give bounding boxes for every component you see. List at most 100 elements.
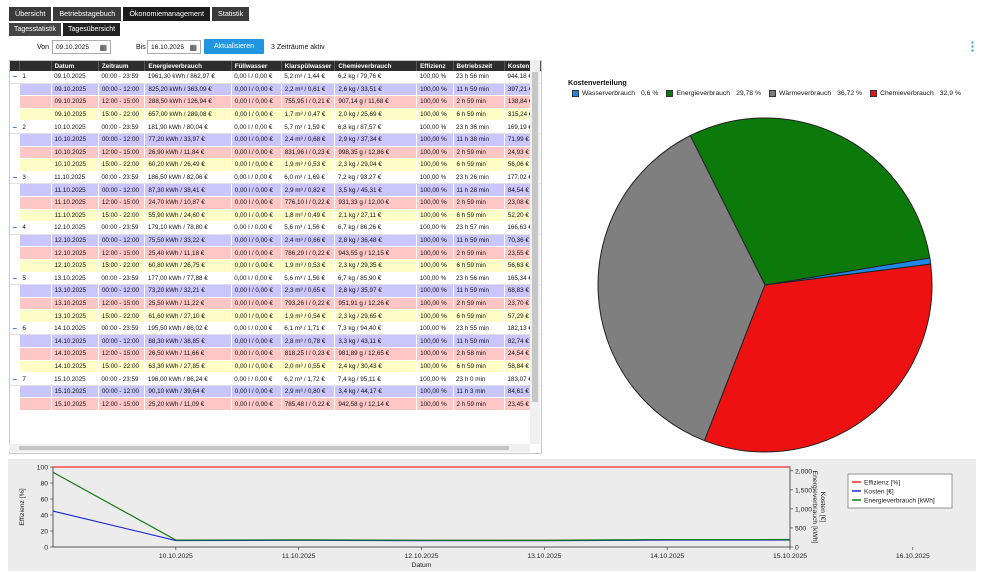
column-header[interactable]: Effizienz [416,61,454,71]
row-spacer [10,108,20,122]
table-cell: 15:00 - 22:00 [98,259,146,273]
table-row[interactable]: 09.10.2025 00:00 - 12:00 825,20 kWh / 363,… [10,83,541,97]
table-cell: 2,9 kg / 37,34 € [334,133,418,147]
collapse-icon[interactable]: − [10,171,20,185]
row-spacer [19,309,52,323]
tab-0[interactable]: Übersicht [9,7,52,21]
group-row[interactable]: −2 10.10.2025 00:00 - 23:59 181,90 kWh / 80… [10,120,541,134]
y-left-tick-label: 60 [40,497,48,504]
column-header[interactable]: Klarspülwasser [281,61,336,71]
table-cell: 2,4 m³ / 0,68 € [281,133,336,147]
group-row[interactable]: −4 12.10.2025 00:00 - 23:59 179,10 kWh / 78… [10,221,541,235]
table-cell: 100,00 % [416,297,454,311]
column-header[interactable] [19,61,52,71]
table-cell: 2,3 kg / 29,04 € [334,158,418,172]
table-cell: 0,00 l / 0,00 € [231,322,282,336]
data-grid: Datum Zeitraum Energieverbrauch Füllwasser K… [9,60,542,454]
table-row[interactable]: 12.10.2025 12:00 - 15:00 25,40 kWh / 11,18… [10,246,541,260]
table-cell: 943,55 g / 12,15 € [334,246,418,260]
table-cell: 100,00 % [416,108,454,122]
tab-3[interactable]: Statistik [212,7,250,21]
table-cell: 12:00 - 15:00 [98,297,146,311]
table-row[interactable]: 11.10.2025 15:00 - 22:00 55,90 kWh / 24,60… [10,209,541,223]
legend-percent: 0,6 % [641,90,659,97]
table-row[interactable]: 12.10.2025 15:00 - 22:00 60,80 kWh / 26,75… [10,259,541,273]
collapse-icon[interactable]: − [10,71,20,84]
table-row[interactable]: 09.10.2025 12:00 - 15:00 288,50 kWh / 126,… [10,95,541,109]
subtab-1[interactable]: Tagesübersicht [63,23,121,36]
group-row[interactable]: −7 15.10.2025 00:00 - 23:59 196,00 kWh / 86… [10,372,541,386]
row-spacer [19,95,52,109]
row-spacer [10,284,20,298]
table-row[interactable]: 13.10.2025 00:00 - 12:00 73,20 kWh / 32,21… [10,284,541,298]
column-header[interactable]: Energieverbrauch [144,61,232,71]
table-cell: 00:00 - 23:59 [98,372,145,386]
table-row[interactable]: 13.10.2025 12:00 - 15:00 25,50 kWh / 11,22… [10,297,541,311]
table-cell: 0,00 l / 0,00 € [231,372,282,386]
table-row[interactable]: 14.10.2025 12:00 - 15:00 26,50 kWh / 11,66… [10,347,541,361]
group-row[interactable]: −5 13.10.2025 00:00 - 23:59 177,00 kWh / 77… [10,272,541,286]
scroll-thumb[interactable] [19,446,509,450]
tab-1[interactable]: Betriebstagebuch [53,7,122,21]
table-row[interactable]: 09.10.2025 15:00 - 22:00 657,00 kWh / 289,… [10,108,541,122]
group-row[interactable]: −1 09.10.2025 00:00 - 23:59 1961,30 kWh / 8… [10,71,541,84]
horizontal-scrollbar[interactable] [9,444,530,452]
column-header[interactable]: Betriebszeit [453,61,505,71]
column-header[interactable]: Datum [51,61,99,71]
row-spacer [10,158,20,172]
collapse-icon[interactable]: − [10,221,20,235]
table-cell: 6,2 m³ / 1,72 € [281,372,335,386]
table-row[interactable]: 11.10.2025 12:00 - 15:00 24,70 kWh / 10,87… [10,196,541,210]
table-cell: 1,8 m³ / 0,49 € [281,209,336,223]
scroll-thumb[interactable] [532,72,538,402]
row-spacer [19,83,52,97]
column-header[interactable]: Füllwasser [231,61,282,71]
collapse-icon[interactable]: − [10,322,20,336]
table-cell: 7,2 kg / 93,27 € [334,171,417,185]
table-row[interactable]: 14.10.2025 00:00 - 12:00 88,30 kWh / 38,85… [10,334,541,349]
table-cell: 2 h 59 min [453,297,505,311]
table-row[interactable]: 10.10.2025 00:00 - 12:00 77,20 kWh / 33,97… [10,133,541,147]
table-cell: 2,1 kg / 27,11 € [334,209,418,223]
table-cell: 0,00 l / 0,00 € [231,196,282,210]
more-options-icon[interactable]: · · · [971,36,975,57]
table-cell: 11.10.2025 [51,196,99,210]
group-row[interactable]: −6 14.10.2025 00:00 - 23:59 195,50 kWh / 86… [10,322,541,336]
table-cell: 7,3 kg / 94,40 € [334,322,417,336]
table-cell: 3,3 kg / 43,11 € [334,334,418,349]
row-spacer [10,83,20,97]
table-row[interactable]: 10.10.2025 12:00 - 15:00 26,90 kWh / 11,84… [10,146,541,160]
table-cell: 15.10.2025 [51,372,99,386]
calendar-icon: ▦ [189,43,197,52]
column-header[interactable] [10,61,20,71]
table-cell: 2,8 kg / 36,48 € [334,234,418,248]
table-row[interactable]: 15.10.2025 00:00 - 12:00 90,10 kWh / 39,64… [10,385,541,399]
table-cell: 11.10.2025 [51,171,99,185]
tab-2[interactable]: Ökonomiemanagement [123,7,211,21]
table-row[interactable]: 14.10.2025 15:00 - 22:00 63,30 kWh / 27,85… [10,360,541,374]
table-row[interactable]: 13.10.2025 15:00 - 22:00 61,60 kWh / 27,10… [10,309,541,323]
row-spacer [19,108,52,122]
von-date-picker[interactable]: 09.10.2025 ▦ [52,40,111,54]
table-row[interactable]: 11.10.2025 00:00 - 12:00 87,30 kWh / 38,41… [10,183,541,197]
subtab-0[interactable]: Tagesstatistik [9,23,62,36]
collapse-icon[interactable]: − [10,372,20,386]
table-row[interactable]: 12.10.2025 00:00 - 12:00 75,50 kWh / 33,22… [10,234,541,248]
group-row[interactable]: −3 11.10.2025 00:00 - 23:59 186,50 kWh / 82… [10,171,541,185]
column-header[interactable]: Chemieverbrauch [334,61,418,71]
table-cell: 0,00 l / 0,00 € [231,309,282,323]
table-cell: 15:00 - 22:00 [98,158,146,172]
table-cell: 3,5 kg / 45,31 € [334,183,418,197]
collapse-icon[interactable]: − [10,272,20,286]
row-spacer [10,133,20,147]
table-row[interactable]: 10.10.2025 15:00 - 22:00 60,20 kWh / 26,49… [10,158,541,172]
legend-item: Wasserverbrauch 0,6 % [572,90,658,97]
vertical-scrollbar[interactable] [530,60,540,444]
table-cell: 2,8 kg / 35,97 € [334,284,418,298]
column-header[interactable]: Zeitraum [98,61,146,71]
table-row[interactable]: 15.10.2025 12:00 - 15:00 25,20 kWh / 11,09… [10,397,541,412]
bis-date-picker[interactable]: 16.10.2025 ▦ [147,40,201,54]
table-cell: 195,50 kWh / 86,02 € [144,322,232,336]
refresh-button[interactable]: Aktualisieren [204,39,264,54]
collapse-icon[interactable]: − [10,120,20,134]
